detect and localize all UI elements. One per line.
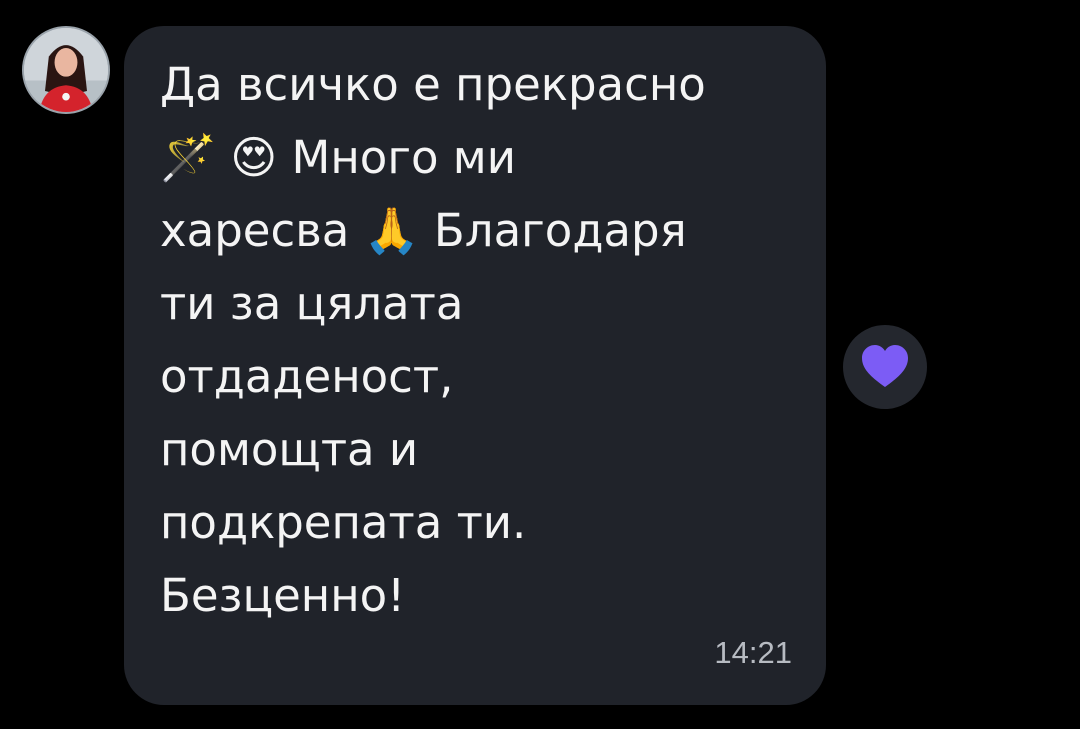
message-text: Да всичко е прекрасно 🪄 😍 Много ми харес… — [160, 58, 706, 622]
message-timestamp: 14:21 — [714, 635, 792, 670]
heart-icon — [862, 345, 908, 387]
profile-photo-icon — [24, 28, 108, 112]
sender-avatar[interactable] — [22, 26, 110, 114]
message-bubble[interactable]: Да всичко е прекрасно 🪄 😍 Много ми харес… — [124, 26, 826, 705]
reaction-button[interactable] — [843, 325, 927, 409]
